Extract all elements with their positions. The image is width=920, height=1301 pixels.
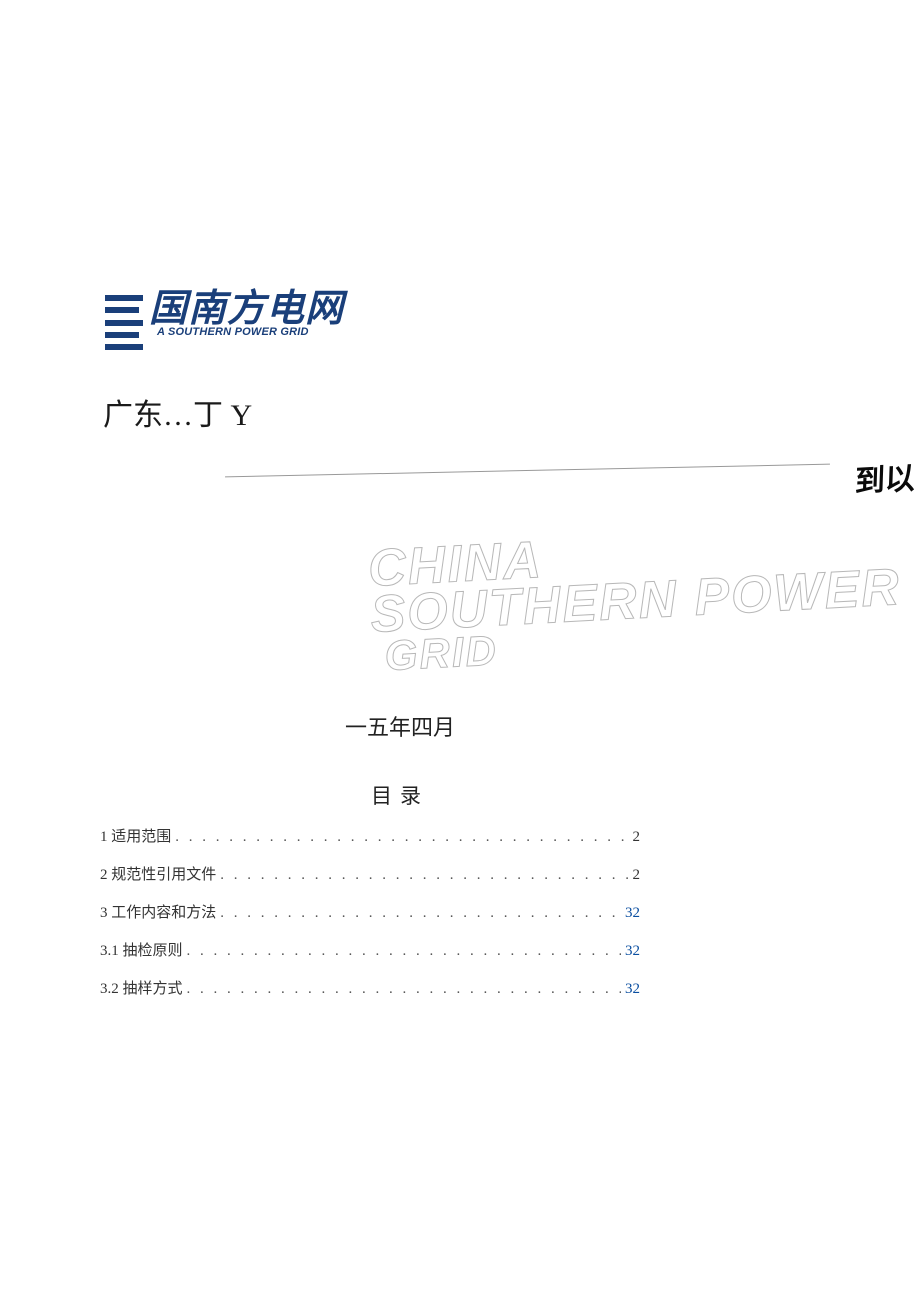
logo-chinese-text: 国南方电网 (149, 290, 344, 328)
toc-page-number: 32 (625, 981, 640, 998)
toc-page-number: 32 (625, 905, 640, 922)
toc-heading: 目录 (45, 780, 755, 810)
document-date: 一五年四月 (45, 710, 755, 742)
toc-page-number: 2 (633, 829, 641, 846)
table-of-contents: 1 适用范围 2 2 规范性引用文件 2 3 工作内容和方法 32 3.1 抽检… (100, 825, 640, 1015)
toc-leader-dots (187, 981, 621, 998)
divider-line (225, 464, 830, 478)
toc-page-number: 32 (625, 943, 640, 960)
toc-leader-dots (175, 829, 628, 846)
cutoff-fragment: 到以 (854, 453, 915, 500)
toc-entry[interactable]: 3.1 抽检原则 32 (100, 939, 640, 960)
toc-leader-dots (220, 905, 621, 922)
toc-label: 3.2 抽样方式 (100, 977, 183, 998)
document-page: 国南方电网 A SOUTHERN POWER GRID 广东…丁 Y 到以 CH… (105, 290, 815, 474)
toc-entry[interactable]: 3 工作内容和方法 32 (100, 901, 640, 922)
logo-text-wrap: 国南方电网 A SOUTHERN POWER GRID (149, 290, 344, 338)
toc-page-number: 2 (633, 867, 641, 884)
toc-label: 1 适用范围 (100, 825, 171, 846)
toc-entry[interactable]: 1 适用范围 2 (100, 825, 640, 846)
toc-leader-dots (187, 943, 621, 960)
toc-entry[interactable]: 2 规范性引用文件 2 (100, 863, 640, 884)
toc-label: 3.1 抽检原则 (100, 939, 183, 960)
document-subtitle: 广东…丁 Y (103, 390, 815, 434)
toc-label: 2 规范性引用文件 (100, 863, 216, 884)
watermark-logo: CHINA SOUTHERN POWER GRID (367, 513, 920, 675)
logo-mark-icon (105, 295, 143, 350)
toc-entry[interactable]: 3.2 抽样方式 32 (100, 977, 640, 998)
toc-label: 3 工作内容和方法 (100, 901, 216, 922)
company-logo: 国南方电网 A SOUTHERN POWER GRID (105, 290, 815, 350)
toc-leader-dots (220, 867, 628, 884)
